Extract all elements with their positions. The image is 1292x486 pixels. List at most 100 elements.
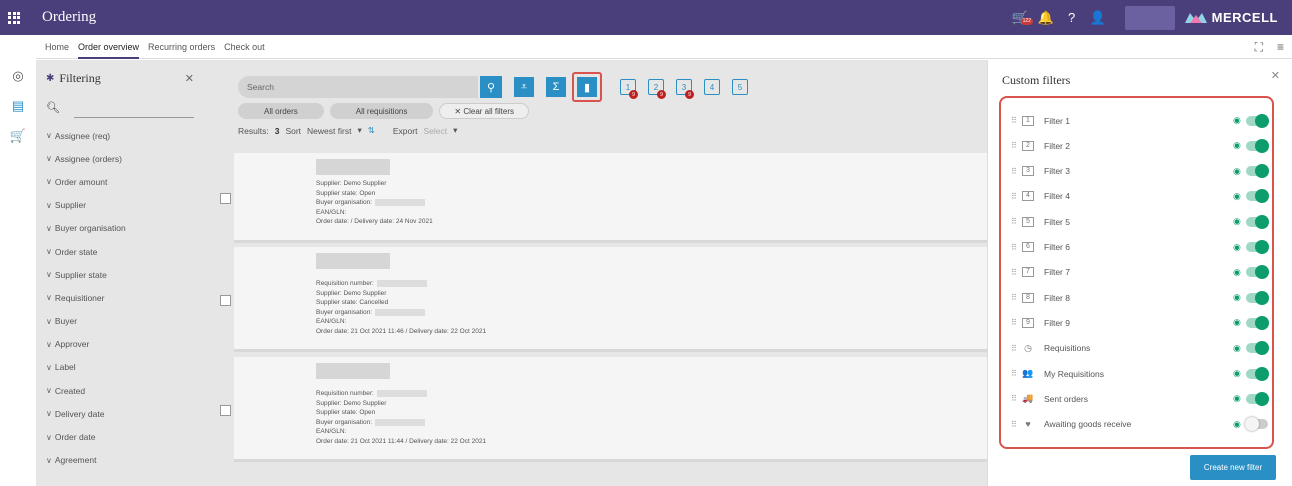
row-checkbox[interactable]	[220, 294, 231, 306]
row-checkbox[interactable]	[220, 404, 231, 416]
row-checkbox[interactable]	[220, 193, 231, 204]
filter-item[interactable]: ∨ Requisitioner	[36, 286, 204, 309]
filter-shortcut-5-button[interactable]: 5	[732, 79, 748, 95]
filter-item[interactable]: ∨ Supplier	[36, 194, 204, 217]
user-menu[interactable]	[1124, 5, 1175, 30]
visibility-toggle[interactable]	[1246, 240, 1269, 254]
chevron-down-icon[interactable]: ▾	[357, 125, 361, 136]
close-icon[interactable]: ✕	[185, 72, 194, 85]
drag-handle-icon[interactable]: ⠿	[1011, 217, 1017, 226]
drag-handle-icon[interactable]: ⠿	[1011, 243, 1017, 252]
filter-item[interactable]: ∨ Approver	[36, 333, 204, 356]
drag-handle-icon[interactable]: ⠿	[1011, 394, 1017, 403]
export-select[interactable]: Select	[423, 126, 447, 136]
visibility-toggle[interactable]	[1245, 417, 1268, 432]
filter-funnel-button[interactable]: ⩡	[514, 77, 534, 97]
drag-handle-icon[interactable]: ⠿	[1011, 293, 1017, 302]
drag-handle-icon[interactable]: ⠿	[1011, 318, 1017, 327]
user-icon[interactable]: 👤	[1085, 0, 1111, 35]
eye-icon[interactable]: ◉	[1233, 115, 1241, 126]
clear-filters-pill[interactable]: ✕ Clear all filters	[439, 103, 529, 119]
help-icon[interactable]: ?	[1059, 0, 1085, 35]
menu-icon[interactable]: ≡	[1277, 40, 1284, 54]
drag-handle-icon[interactable]: ⠿	[1011, 420, 1017, 429]
drag-handle-icon[interactable]: ⠿	[1011, 192, 1017, 201]
visibility-toggle[interactable]	[1246, 315, 1269, 330]
drag-handle-icon[interactable]: ⠿	[1011, 268, 1017, 277]
visibility-toggle[interactable]	[1246, 189, 1269, 204]
eye-icon[interactable]: ◉	[1233, 191, 1241, 202]
nav-order-overview[interactable]: Order overview	[78, 35, 140, 59]
sum-button[interactable]: Σ	[546, 77, 566, 97]
sort-order-icon[interactable]: ⇅	[368, 125, 375, 136]
filter-shortcut-1-button[interactable]: 19	[620, 79, 638, 99]
visibility-toggle[interactable]	[1246, 290, 1269, 305]
search-input[interactable]: Search	[238, 76, 478, 98]
order-card[interactable]: Requisition number: Supplier: Demo Suppli…	[234, 357, 987, 462]
fullscreen-icon[interactable]: ⛶	[1255, 40, 1263, 55]
filter-item[interactable]: ∨ Created	[36, 379, 204, 402]
chevron-down-icon[interactable]: ▾	[453, 125, 457, 136]
drag-handle-icon[interactable]: ⠿	[1011, 369, 1017, 378]
filter-search[interactable]: 🔍︎	[46, 96, 194, 118]
eye-icon[interactable]: ◉	[1233, 393, 1241, 404]
filter-item[interactable]: ∨ Assignee (req)	[36, 124, 204, 147]
eye-icon[interactable]: ◉	[1233, 419, 1241, 430]
order-card[interactable]: Requisition number: Supplier: Demo Suppli…	[234, 247, 987, 352]
eye-icon[interactable]: ◉	[1233, 166, 1241, 177]
bell-icon[interactable]: 🔔	[1033, 0, 1059, 35]
filter-item[interactable]: ∨ Order amount	[36, 170, 204, 193]
filter-shortcut-2-button[interactable]: 29	[648, 79, 666, 99]
filter-item[interactable]: ∨ Buyer	[36, 310, 204, 333]
cart-icon[interactable]: 🛒 122	[1007, 0, 1033, 35]
filter-item[interactable]: ∨ Delivery date	[36, 402, 204, 425]
sort-select[interactable]: Newest first	[307, 126, 351, 136]
nav-check-out[interactable]: Check out	[224, 35, 265, 59]
drag-handle-icon[interactable]: ⠿	[1011, 344, 1017, 353]
app-grid-icon[interactable]	[0, 0, 28, 35]
filter-item[interactable]: ∨ Label	[36, 356, 204, 379]
order-detail-line: Order date: 21 Oct 2021 11:46 / Delivery…	[316, 327, 486, 337]
visibility-toggle[interactable]	[1246, 113, 1269, 128]
cart-rail-icon[interactable]: 🛒	[10, 128, 26, 144]
eye-icon[interactable]: ◉	[1233, 292, 1241, 303]
eye-icon[interactable]: ◉	[1233, 242, 1241, 253]
close-icon[interactable]: ✕	[1271, 69, 1280, 82]
eye-icon[interactable]: ◉	[1233, 140, 1241, 151]
drag-handle-icon[interactable]: ⠿	[1011, 116, 1017, 125]
filter-item[interactable]: ∨ Supplier state	[36, 263, 204, 286]
search-button[interactable]: ⚲	[480, 76, 502, 98]
eye-icon[interactable]: ◉	[1233, 368, 1241, 379]
eye-icon[interactable]: ◉	[1233, 216, 1241, 227]
compass-icon[interactable]: ◎	[10, 68, 26, 84]
visibility-toggle[interactable]	[1246, 265, 1269, 280]
visibility-toggle[interactable]	[1246, 214, 1269, 229]
drag-handle-icon[interactable]: ⠿	[1011, 167, 1017, 176]
filter-item[interactable]: ∨ Buyer organisation	[36, 217, 204, 240]
eye-icon[interactable]: ◉	[1233, 343, 1241, 354]
filter-search-input[interactable]	[74, 96, 194, 118]
visibility-toggle[interactable]	[1246, 164, 1269, 179]
eye-icon[interactable]: ◉	[1233, 267, 1241, 278]
visibility-toggle[interactable]	[1246, 138, 1269, 153]
filter-item[interactable]: ∨ Agreement	[36, 449, 204, 472]
order-card[interactable]: Supplier: Demo Supplier Supplier state: O…	[234, 153, 987, 243]
filter-item[interactable]: ∨ Order state	[36, 240, 204, 263]
nav-recurring-orders[interactable]: Recurring orders	[148, 35, 215, 59]
all-orders-pill[interactable]: All orders	[238, 103, 324, 119]
filter-shortcut-4-button[interactable]: 4	[704, 79, 720, 95]
drag-handle-icon[interactable]: ⠿	[1011, 141, 1017, 150]
filter-item[interactable]: ∨ Order date	[36, 425, 204, 448]
all-requisitions-pill[interactable]: All requisitions	[329, 103, 434, 119]
filter-item[interactable]: ∨ Assignee (orders)	[36, 147, 204, 170]
bookmark-button[interactable]: ▮	[577, 77, 597, 97]
visibility-toggle[interactable]	[1246, 341, 1269, 356]
nav-home[interactable]: Home	[45, 35, 69, 59]
chevron-down-icon: ∨	[46, 177, 52, 187]
orders-icon[interactable]: ▤	[10, 98, 26, 114]
visibility-toggle[interactable]	[1246, 366, 1269, 381]
create-filter-button[interactable]: Create new filter	[1190, 455, 1276, 480]
visibility-toggle[interactable]	[1246, 391, 1269, 406]
filter-shortcut-3-button[interactable]: 39	[676, 79, 694, 99]
eye-icon[interactable]: ◉	[1233, 317, 1241, 328]
